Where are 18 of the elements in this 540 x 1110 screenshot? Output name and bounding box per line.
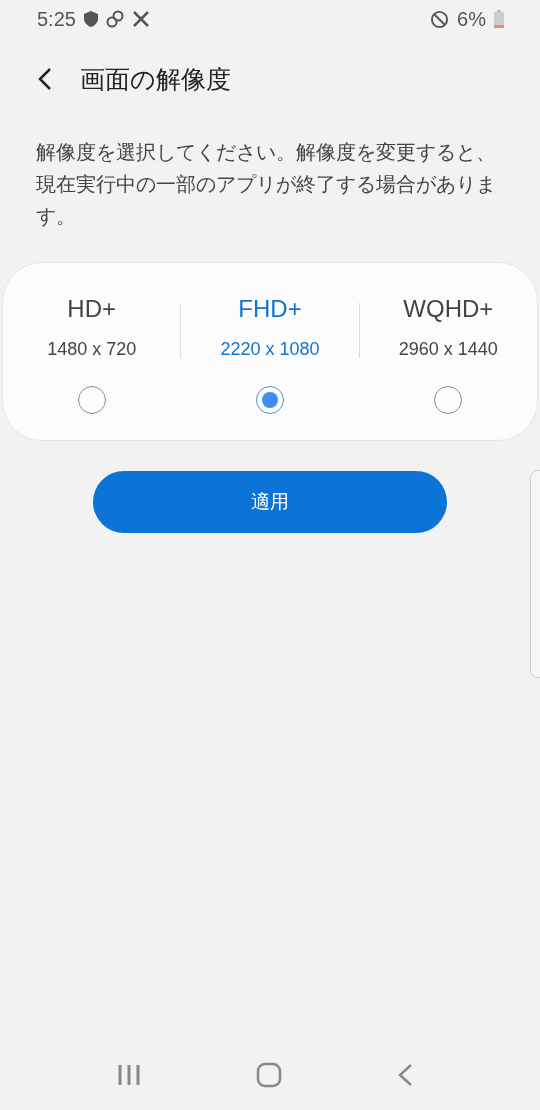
do-not-disturb-icon bbox=[430, 9, 450, 29]
recent-apps-icon[interactable] bbox=[117, 1064, 142, 1086]
link-icon bbox=[105, 10, 124, 28]
resolution-size: 2220 x 1080 bbox=[220, 339, 320, 360]
battery-percent: 6% bbox=[457, 7, 486, 31]
page-title: 画面の解像度 bbox=[80, 63, 231, 96]
resolution-name: WQHD+ bbox=[403, 295, 494, 324]
apply-button[interactable]: 適用 bbox=[93, 471, 447, 533]
resolution-size: 1480 x 720 bbox=[47, 339, 137, 360]
resolution-name: FHD+ bbox=[238, 295, 302, 324]
resolution-name: HD+ bbox=[67, 295, 116, 324]
shield-icon bbox=[83, 11, 98, 27]
description-text: 解像度を選択してください。解像度を変更すると、現在実行中の一部のアプリが終了する場合があります。 bbox=[36, 139, 497, 230]
back-icon[interactable] bbox=[38, 67, 52, 91]
status-time: 5:25 bbox=[37, 7, 76, 31]
resolution-size: 2960 x 1440 bbox=[398, 339, 498, 360]
battery-icon bbox=[494, 10, 504, 28]
home-icon[interactable] bbox=[256, 1062, 282, 1088]
